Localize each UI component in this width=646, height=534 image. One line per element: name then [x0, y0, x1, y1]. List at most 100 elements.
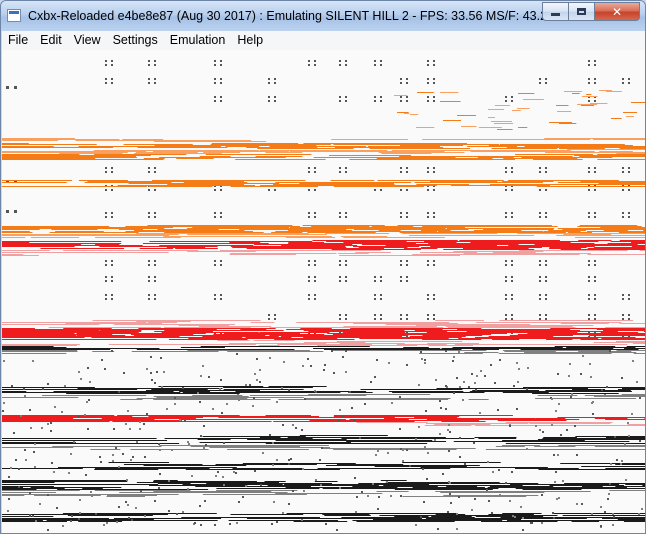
- color-streak: [2, 140, 59, 141]
- color-streak: [2, 344, 80, 345]
- menu-emulation[interactable]: Emulation: [164, 31, 232, 50]
- glyph-dot: [154, 167, 156, 169]
- app-window-icon[interactable]: [7, 9, 21, 22]
- glyph-dot: [628, 78, 630, 80]
- color-streak: [246, 248, 384, 249]
- color-streak: [562, 515, 645, 516]
- color-streak: [272, 184, 395, 185]
- color-streak: [142, 243, 269, 244]
- color-streak: [544, 138, 645, 139]
- title-bar[interactable]: Cxbx-Reloaded e4be8e87 (Aug 30 2017) : E…: [1, 1, 645, 31]
- glyph-dot: [380, 318, 382, 320]
- maximize-button[interactable]: [569, 2, 595, 21]
- glyph-dot: [511, 280, 513, 282]
- menu-settings[interactable]: Settings: [107, 31, 164, 50]
- noise-dot: [13, 432, 15, 434]
- glyph-dot: [148, 276, 150, 278]
- color-streak: [284, 484, 430, 485]
- menu-file[interactable]: File: [2, 31, 34, 50]
- color-streak: [53, 391, 174, 392]
- noise-dot: [203, 425, 205, 427]
- color-streak: [125, 226, 301, 227]
- close-button[interactable]: ✕: [595, 2, 640, 21]
- glyph-dot: [214, 212, 216, 214]
- minimize-icon: [551, 13, 560, 16]
- color-streak: [597, 159, 645, 160]
- glyph-dot: [594, 280, 596, 282]
- glyph-dot: [545, 212, 547, 214]
- glyph-dot: [111, 78, 113, 80]
- color-streak: [578, 351, 632, 352]
- color-streak: [202, 494, 307, 495]
- glyph-dot: [314, 167, 316, 169]
- color-streak: [2, 494, 179, 495]
- color-streak: [199, 156, 231, 157]
- glyph-dot: [154, 78, 156, 80]
- glyph-dot: [433, 216, 435, 218]
- noise-dot: [10, 467, 12, 469]
- noise-dot: [509, 500, 511, 502]
- glyph-dot: [588, 264, 590, 266]
- render-viewport[interactable]: [2, 50, 645, 533]
- color-streak: [2, 346, 54, 347]
- noise-dot: [135, 507, 137, 509]
- color-streak: [371, 226, 414, 227]
- color-streak: [78, 180, 128, 181]
- color-streak: [303, 342, 366, 343]
- noise-dot: [449, 431, 451, 433]
- color-streak: [285, 487, 398, 488]
- minimize-button[interactable]: [542, 2, 569, 21]
- glyph-dot: [154, 189, 156, 191]
- color-streak: [151, 180, 306, 181]
- glyph-dot: [433, 318, 435, 320]
- color-streak: [2, 351, 78, 352]
- glyph-dot: [214, 294, 216, 296]
- color-streak: [509, 335, 574, 336]
- color-streak: [215, 464, 317, 465]
- noise-dot: [204, 500, 206, 502]
- glyph-dot: [380, 189, 382, 191]
- glyph-dot: [588, 294, 590, 296]
- color-streak: [287, 437, 446, 438]
- color-streak: [299, 183, 394, 184]
- glyph-dot: [505, 96, 507, 98]
- noise-dot: [307, 358, 309, 360]
- glyph-dot: [339, 216, 341, 218]
- glyph-dot: [345, 212, 347, 214]
- color-streak: [108, 344, 256, 345]
- color-streak: [62, 513, 217, 514]
- color-streak: [218, 417, 395, 418]
- glyph-dot: [622, 78, 624, 80]
- glyph-dot: [314, 212, 316, 214]
- glyph-dot: [111, 82, 113, 84]
- noise-dot: [387, 452, 389, 454]
- menu-view[interactable]: View: [68, 31, 107, 50]
- color-streak: [265, 443, 428, 444]
- glyph-dot: [148, 64, 150, 66]
- noise-dot: [386, 481, 388, 483]
- color-streak: [2, 421, 110, 422]
- noise-dot: [499, 359, 501, 361]
- color-streak: [2, 397, 79, 398]
- color-streak: [84, 182, 172, 183]
- menu-edit[interactable]: Edit: [34, 31, 68, 50]
- color-streak: [2, 234, 179, 235]
- glyph-dot: [374, 96, 376, 98]
- glyph-dot: [433, 314, 435, 316]
- color-streak: [402, 462, 501, 463]
- glyph-dot: [505, 318, 507, 320]
- glyph-dot: [406, 189, 408, 191]
- glyph-dot: [545, 82, 547, 84]
- color-streak: [485, 449, 645, 450]
- noise-dot: [323, 369, 325, 371]
- color-streak: [599, 90, 613, 91]
- glyph-dot: [111, 212, 113, 214]
- color-streak: [106, 496, 145, 497]
- menu-help[interactable]: Help: [231, 31, 269, 50]
- color-streak: [2, 324, 100, 325]
- color-streak: [453, 441, 630, 442]
- color-streak: [2, 389, 138, 390]
- color-streak: [343, 242, 457, 243]
- color-streak: [152, 151, 289, 152]
- noise-dot: [288, 463, 290, 465]
